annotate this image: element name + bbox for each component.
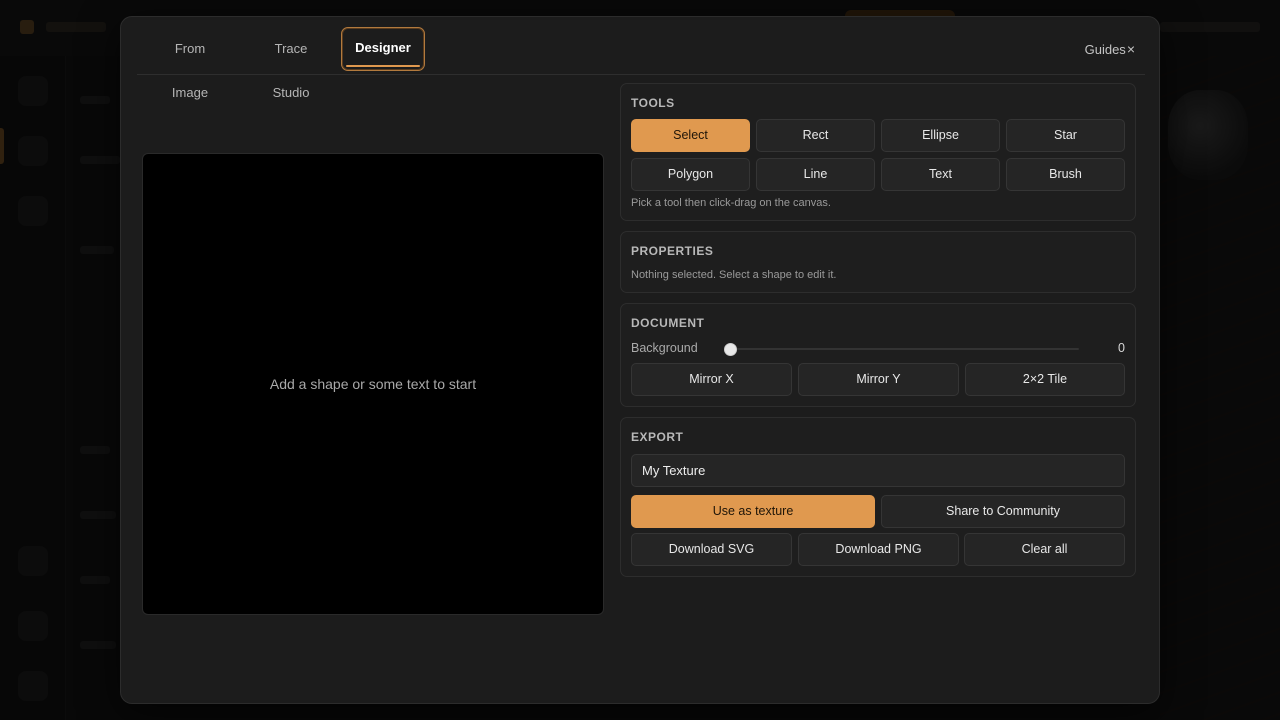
tool-ellipse-button[interactable]: Ellipse: [881, 119, 1000, 152]
properties-empty-text: Nothing selected. Select a shape to edit…: [631, 269, 837, 281]
properties-title: PROPERTIES: [631, 244, 714, 258]
share-to-community-button[interactable]: Share to Community: [881, 495, 1125, 528]
clear-all-button[interactable]: Clear all: [964, 533, 1125, 566]
tool-star-button[interactable]: Star: [1006, 119, 1125, 152]
background-value: 0: [1118, 341, 1125, 355]
tools-panel: TOOLS Select Rect Ellipse Star Polygon L…: [620, 83, 1136, 221]
tile-2x2-button[interactable]: 2×2 Tile: [965, 363, 1125, 396]
background-slider-thumb[interactable]: [724, 343, 737, 356]
tool-select-button[interactable]: Select: [631, 119, 750, 152]
tab-trace-studio[interactable]: Trace Studio: [255, 27, 327, 100]
background-label: Background: [631, 341, 698, 355]
tab-designer[interactable]: Designer: [341, 27, 425, 71]
tool-brush-button[interactable]: Brush: [1006, 158, 1125, 191]
mirror-x-button[interactable]: Mirror X: [631, 363, 792, 396]
export-title: EXPORT: [631, 430, 684, 444]
tool-polygon-button[interactable]: Polygon: [631, 158, 750, 191]
download-png-button[interactable]: Download PNG: [798, 533, 959, 566]
document-title: DOCUMENT: [631, 316, 705, 330]
background-slider[interactable]: [724, 343, 1079, 356]
tab-bar: From Image Trace Studio Designer Guides×: [137, 25, 1145, 100]
download-svg-button[interactable]: Download SVG: [631, 533, 792, 566]
tool-line-button[interactable]: Line: [756, 158, 875, 191]
export-panel: EXPORT Use as texture Share to Community…: [620, 417, 1136, 577]
properties-panel: PROPERTIES Nothing selected. Select a sh…: [620, 231, 1136, 293]
guides-label: Guides: [1084, 42, 1126, 57]
mirror-y-button[interactable]: Mirror Y: [798, 363, 959, 396]
close-icon[interactable]: ×: [1127, 41, 1135, 57]
tab-from-image[interactable]: From Image: [155, 27, 225, 100]
tool-rect-button[interactable]: Rect: [756, 119, 875, 152]
design-canvas[interactable]: Add a shape or some text to start: [142, 153, 604, 615]
texture-designer-modal: From Image Trace Studio Designer Guides×…: [120, 16, 1160, 704]
canvas-empty-hint: Add a shape or some text to start: [269, 376, 477, 392]
tools-title: TOOLS: [631, 96, 675, 110]
document-panel: DOCUMENT Background 0 Mirror X Mirror Y …: [620, 303, 1136, 407]
texture-name-input[interactable]: [631, 454, 1125, 487]
use-as-texture-button[interactable]: Use as texture: [631, 495, 875, 528]
tools-hint: Pick a tool then click-drag on the canva…: [631, 197, 831, 209]
guides-close-button[interactable]: Guides×: [1085, 27, 1135, 71]
tool-text-button[interactable]: Text: [881, 158, 1000, 191]
